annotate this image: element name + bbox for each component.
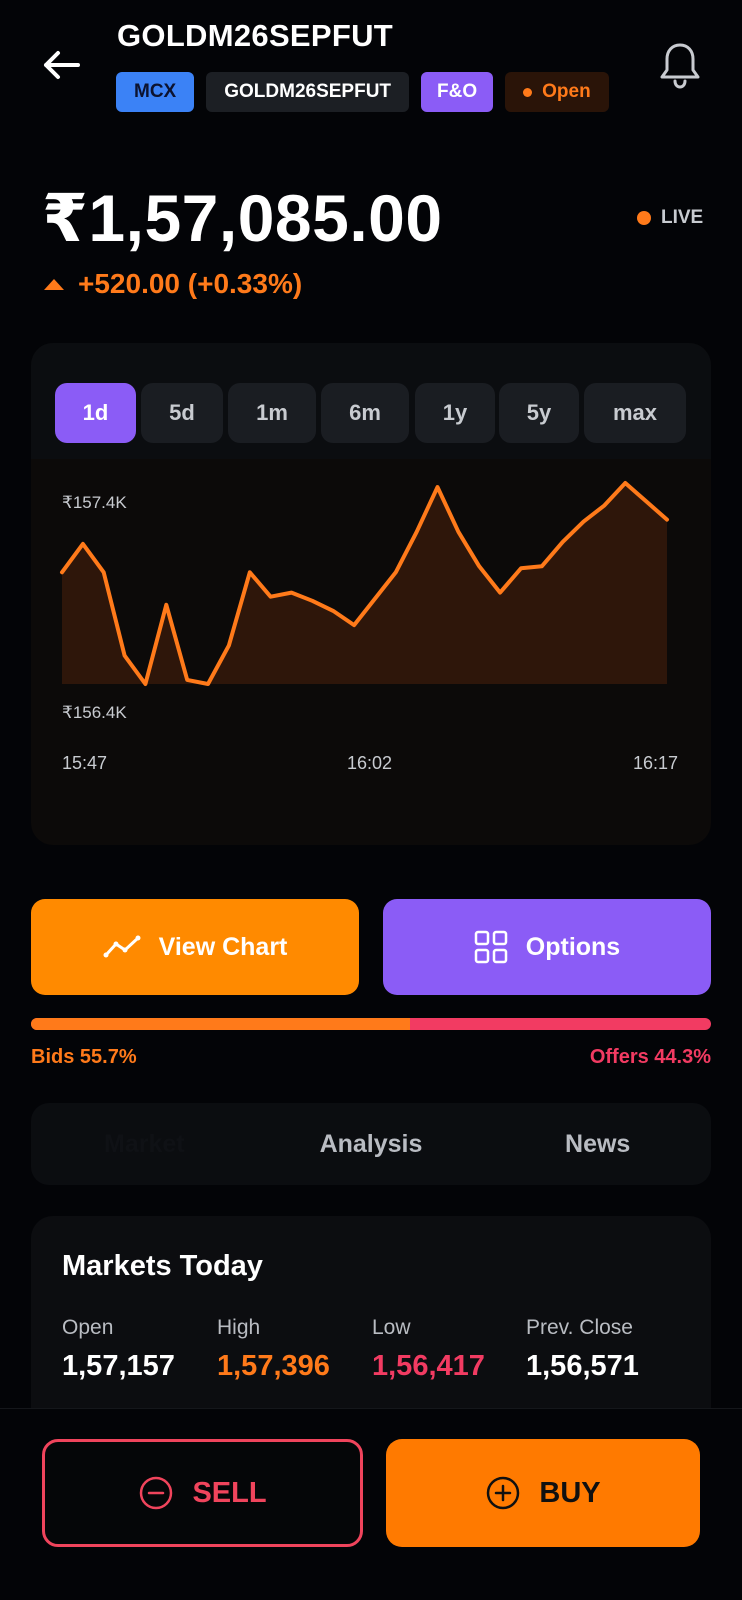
stat-label: Prev. Close <box>526 1316 633 1339</box>
offers-label: Offers 44.3% <box>589 1046 711 1068</box>
buy-label: BUY <box>539 1476 601 1509</box>
market-status-label: Open <box>542 81 591 102</box>
y-axis-label-bottom: ₹156.4K <box>62 703 127 722</box>
timeframe-1d[interactable]: 1d <box>55 383 136 443</box>
timeframe-5d[interactable]: 5d <box>141 383 223 443</box>
price-chart[interactable] <box>31 459 711 845</box>
minus-circle-icon <box>140 1476 173 1510</box>
stat-label: Low <box>372 1316 411 1339</box>
bids-fill <box>31 1018 410 1030</box>
status-dot-icon <box>523 87 533 97</box>
stat-low: Low 1,56,417 <box>372 1316 485 1383</box>
bids-label: Bids 55.7% <box>31 1046 137 1068</box>
stat-value: 1,57,396 <box>217 1350 330 1382</box>
timeframe-1y[interactable]: 1y <box>415 383 495 443</box>
stat-open: Open 1,57,157 <box>62 1316 175 1383</box>
x-axis-label-start: 15:47 <box>62 753 108 773</box>
up-triangle-icon <box>44 278 64 290</box>
sell-label: SELL <box>192 1476 267 1509</box>
stat-value: 1,56,417 <box>372 1350 485 1382</box>
grid-icon <box>474 930 508 964</box>
price-change: +520.00 (+0.33%) <box>44 268 302 300</box>
instrument-title: GOLDM26SEPFUT <box>117 18 394 53</box>
instrument-badges: MCX GOLDM26SEPFUT F&O Open <box>116 72 609 112</box>
live-indicator: LIVE <box>637 207 703 229</box>
stat-label: High <box>217 1316 261 1339</box>
symbol-badge: GOLDM26SEPFUT <box>206 72 410 112</box>
live-dot-icon <box>637 211 651 225</box>
markets-today-title: Markets Today <box>62 1250 263 1282</box>
options-button[interactable]: Options <box>383 899 711 995</box>
buy-button[interactable]: BUY <box>386 1439 700 1547</box>
market-status-badge: Open <box>505 72 609 112</box>
timeframe-5y[interactable]: 5y <box>499 383 579 443</box>
y-axis-label-top: ₹157.4K <box>62 493 127 512</box>
timeframe-6m[interactable]: 6m <box>321 383 409 443</box>
price-change-value: +520.00 (+0.33%) <box>78 268 303 299</box>
back-arrow-icon <box>44 51 80 79</box>
alerts-button[interactable] <box>656 40 704 90</box>
x-axis-label-mid: 16:02 <box>347 753 393 773</box>
view-chart-label: View Chart <box>158 932 288 961</box>
view-chart-button[interactable]: View Chart <box>31 899 359 995</box>
tab-market[interactable]: Market <box>31 1103 258 1185</box>
last-price: ₹1,57,085.00 <box>42 181 443 255</box>
stat-value: 1,56,571 <box>526 1350 639 1382</box>
bid-offer-ratio-bar <box>31 1018 711 1030</box>
stat-value: 1,57,157 <box>62 1350 175 1382</box>
segment-badge: F&O <box>421 72 494 112</box>
timeframe-1m[interactable]: 1m <box>228 383 316 443</box>
stat-high: High 1,57,396 <box>217 1316 330 1383</box>
sell-button[interactable]: SELL <box>42 1439 363 1547</box>
exchange-badge: MCX <box>116 72 195 112</box>
bell-icon <box>660 43 700 89</box>
tab-analysis[interactable]: Analysis <box>258 1103 485 1185</box>
live-label: LIVE <box>661 207 704 228</box>
stat-prev-close: Prev. Close 1,56,571 <box>526 1316 639 1383</box>
timeframe-max[interactable]: max <box>584 383 686 443</box>
options-label: Options <box>525 932 621 961</box>
trend-line-icon <box>103 935 141 958</box>
stat-label: Open <box>62 1316 114 1339</box>
tab-news[interactable]: News <box>484 1103 711 1185</box>
timeframe-selector: 1d 5d 1m 6m 1y 5y max <box>31 343 711 459</box>
price-chart-card: 1d 5d 1m 6m 1y 5y max ₹157.4K ₹156.4K 15… <box>31 343 711 845</box>
x-axis-label-end: 16:17 <box>633 753 679 773</box>
plus-circle-icon <box>487 1476 520 1510</box>
detail-tabs: Market Analysis News <box>31 1103 711 1185</box>
back-button[interactable] <box>38 42 84 88</box>
